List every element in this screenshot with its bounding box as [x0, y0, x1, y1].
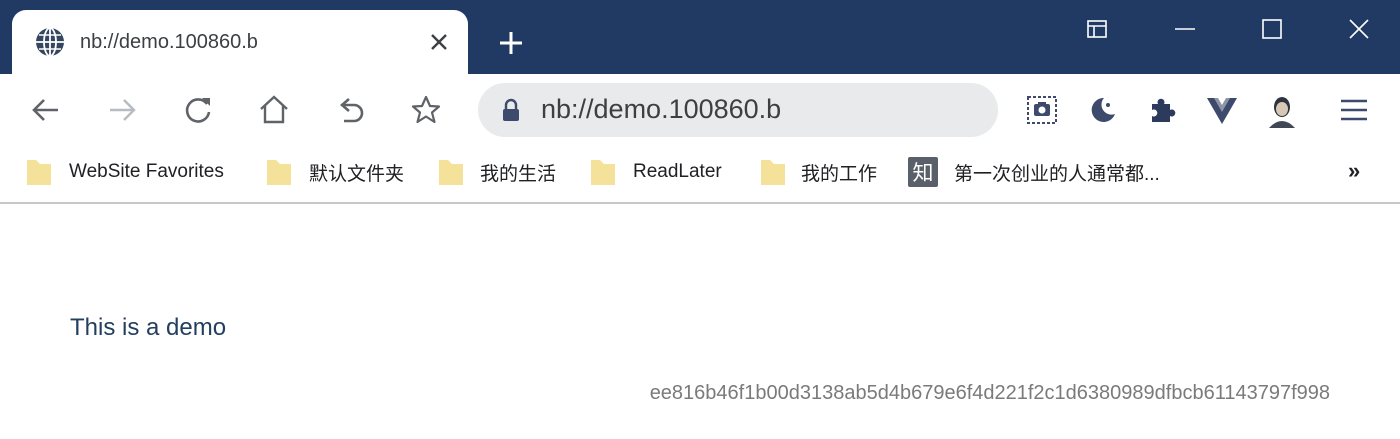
bookmark-label: 我的工作: [801, 163, 878, 185]
lock-icon[interactable]: [500, 98, 522, 122]
dark-mode-icon[interactable]: [1084, 92, 1120, 128]
bookmark-label: ReadLater: [633, 161, 722, 182]
bookmark-default-folder[interactable]: 默认文件夹: [266, 156, 404, 188]
bookmark-label: 我的生活: [480, 163, 557, 185]
demo-heading: This is a demo: [70, 314, 227, 341]
folder-icon: [267, 160, 291, 185]
address-url[interactable]: nb://demo.100860.b: [541, 94, 781, 125]
new-tab-icon[interactable]: [496, 28, 526, 58]
folder-icon: [27, 160, 51, 185]
folder-icon: [591, 160, 615, 185]
bookmark-my-work[interactable]: 我的工作: [760, 156, 877, 188]
active-tab[interactable]: nb://demo.100860.b: [12, 10, 468, 74]
star-icon[interactable]: [408, 92, 444, 128]
tab-title: nb://demo.100860.b: [80, 31, 258, 53]
title-bar: nb://demo.100860.b: [0, 0, 1400, 74]
minimize-icon[interactable]: [1168, 12, 1202, 46]
bookmark-zhihu-article[interactable]: 知 第一次创业的人通常都...: [908, 156, 1160, 188]
bookmarks-bar: WebSite Favorites 默认文件夹 我的生活 ReadLater 我…: [0, 146, 1400, 204]
bookmark-my-life[interactable]: 我的生活: [438, 156, 556, 188]
zhihu-icon: 知: [908, 157, 938, 187]
home-icon[interactable]: [256, 92, 292, 128]
browser-window: nb://demo.100860.b nb://demo.100860.b We…: [0, 0, 1400, 439]
hash-text: ee816b46f1b00d3138ab5d4b679e6f4d221f2c1d…: [649, 382, 1330, 404]
bookmarks-overflow-chevron[interactable]: »: [1348, 158, 1360, 184]
forward-arrow-icon[interactable]: [104, 92, 140, 128]
folder-icon: [439, 160, 463, 185]
folder-icon: [761, 160, 785, 185]
menu-icon[interactable]: [1336, 92, 1372, 128]
bookmark-read-later[interactable]: ReadLater: [590, 156, 722, 188]
page-content: This is a demo ee816b46f1b00d3138ab5d4b6…: [0, 206, 1400, 439]
bookmark-label: WebSite Favorites: [69, 161, 224, 182]
screenshot-icon[interactable]: [1024, 92, 1060, 128]
bookmark-label: 默认文件夹: [309, 163, 405, 185]
reload-icon[interactable]: [180, 92, 216, 128]
address-bar[interactable]: nb://demo.100860.b: [478, 83, 998, 137]
undo-icon[interactable]: [332, 92, 368, 128]
close-tab-icon[interactable]: [426, 29, 452, 55]
bookmark-label: 第一次创业的人通常都...: [954, 163, 1160, 185]
globe-icon: [36, 27, 64, 57]
vue-devtools-icon[interactable]: [1204, 92, 1240, 128]
bookmark-website-favorites[interactable]: WebSite Favorites: [26, 156, 224, 188]
extensions-puzzle-icon[interactable]: [1144, 92, 1180, 128]
close-window-icon[interactable]: [1342, 12, 1376, 46]
avatar-icon[interactable]: [1264, 92, 1300, 128]
back-arrow-icon[interactable]: [28, 92, 64, 128]
toolbar: nb://demo.100860.b: [0, 74, 1400, 146]
tab-layout-icon[interactable]: [1080, 12, 1114, 46]
maximize-icon[interactable]: [1255, 12, 1289, 46]
